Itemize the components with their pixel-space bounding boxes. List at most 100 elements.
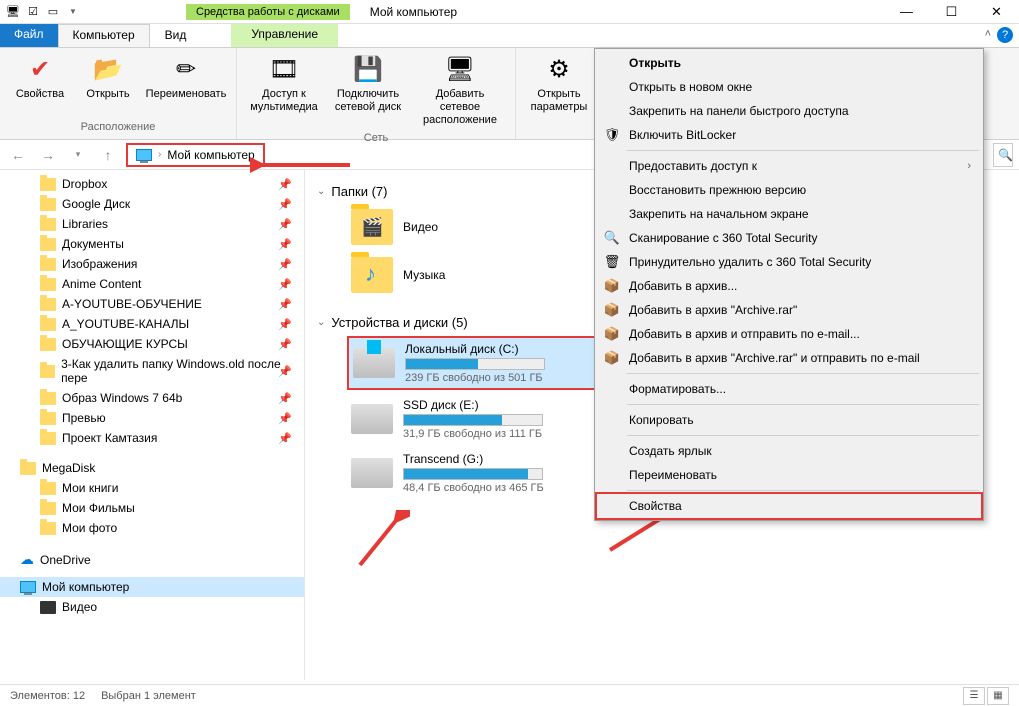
menu-item[interactable]: Копировать	[597, 408, 981, 432]
open-settings-button[interactable]: ⚙ Открыть параметры	[524, 52, 594, 135]
menu-item-label: Добавить в архив "Archive.rar"	[629, 303, 797, 317]
drive-icon	[353, 348, 395, 378]
sidebar-item-label: ОБУЧАЮЩИЕ КУРСЫ	[62, 337, 188, 351]
sidebar-item[interactable]: Изображения📌	[0, 254, 304, 274]
sidebar-item[interactable]: A_YOUTUBE-КАНАЛЫ📌	[0, 314, 304, 334]
navigation-pane[interactable]: Dropbox📌Google Диск📌Libraries📌Документы📌…	[0, 170, 305, 680]
chevron-down-icon: ⌄	[317, 186, 325, 197]
rename-icon: ✏	[170, 54, 202, 86]
menu-item-label: Сканирование с 360 Total Security	[629, 231, 818, 245]
add-network-location-button[interactable]: 🖥 Добавить сетевое расположение	[413, 52, 507, 130]
menu-item[interactable]: Восстановить прежнюю версию	[597, 178, 981, 202]
media-label: Доступ к мультимедиа	[247, 88, 321, 114]
sidebar-item[interactable]: Проект Камтазия📌	[0, 428, 304, 448]
drive-item[interactable]: Локальный диск (C:)239 ГБ свободно из 50…	[347, 336, 607, 390]
menu-item[interactable]: Закрепить на начальном экране	[597, 202, 981, 226]
breadcrumb[interactable]: › Мой компьютер	[126, 143, 265, 167]
drive-icon	[351, 458, 393, 488]
ribbon-tabs: Файл Компьютер Вид Управление ˄ ?	[0, 24, 1019, 48]
folder-icon	[40, 432, 56, 445]
sidebar-item[interactable]: Google Диск📌	[0, 194, 304, 214]
properties-button[interactable]: ✔ Свойства	[8, 52, 72, 119]
menu-item[interactable]: Форматировать...	[597, 377, 981, 401]
menu-item[interactable]: 🗑Принудительно удалить с 360 Total Secur…	[597, 250, 981, 274]
sidebar-item[interactable]: Мои Фильмы	[0, 498, 304, 518]
sidebar-item-label: Google Диск	[62, 197, 130, 211]
group-location-label: Расположение	[81, 119, 156, 135]
sidebar-onedrive[interactable]: ☁ OneDrive	[0, 548, 304, 571]
menu-item-label: Добавить в архив "Archive.rar" и отправи…	[629, 351, 920, 365]
recent-dropdown[interactable]: ▾	[66, 143, 90, 167]
capacity-bar	[403, 414, 543, 426]
menu-item[interactable]: 📦Добавить в архив и отправить по e-mail.…	[597, 322, 981, 346]
folder-icon	[40, 412, 56, 425]
menu-item[interactable]: Открыть в новом окне	[597, 75, 981, 99]
drive-item[interactable]: SSD диск (E:)31,9 ГБ свободно из 111 ГБ	[347, 394, 607, 444]
menu-item-label: Открыть в новом окне	[629, 80, 752, 94]
qat-dropdown-icon[interactable]: ▼	[64, 3, 82, 21]
drive-item[interactable]: Transcend (G:)48,4 ГБ свободно из 465 ГБ	[347, 448, 607, 498]
ribbon-group-network: 🎞 Доступ к мультимедиа 💾 Подключить сете…	[237, 48, 516, 139]
qat-new-folder-icon[interactable]: ▭	[44, 3, 62, 21]
pin-icon: 📌	[278, 178, 292, 191]
tab-computer[interactable]: Компьютер	[58, 24, 150, 47]
sidebar-item[interactable]: 3-Как удалить папку Windows.old после пе…	[0, 354, 304, 388]
view-toggles: ☰ ▦	[963, 687, 1009, 705]
help-icon[interactable]: ?	[997, 27, 1013, 43]
menu-item[interactable]: 📦Добавить в архив "Archive.rar"	[597, 298, 981, 322]
menu-item[interactable]: Предоставить доступ к›	[597, 154, 981, 178]
sidebar-item[interactable]: Документы📌	[0, 234, 304, 254]
qat-properties-icon[interactable]: ☑	[24, 3, 42, 21]
folder-item[interactable]: Видео	[347, 205, 587, 249]
tiles-view-button[interactable]: ▦	[987, 687, 1009, 705]
properties-label: Свойства	[16, 88, 64, 101]
menu-item[interactable]: Закрепить на панели быстрого доступа	[597, 99, 981, 123]
sidebar-this-pc[interactable]: Мой компьютер	[0, 577, 304, 597]
search-input[interactable]: 🔍	[993, 143, 1013, 167]
rename-button[interactable]: ✏ Переименовать	[144, 52, 228, 119]
sidebar-item[interactable]: A-YOUTUBE-ОБУЧЕНИЕ📌	[0, 294, 304, 314]
up-button[interactable]: ↑	[96, 143, 120, 167]
sidebar-item[interactable]: Мои фото	[0, 518, 304, 538]
map-drive-label: Подключить сетевой диск	[329, 88, 407, 114]
menu-item-label: Форматировать...	[629, 382, 726, 396]
sidebar-item[interactable]: ОБУЧАЮЩИЕ КУРСЫ📌	[0, 334, 304, 354]
map-drive-button[interactable]: 💾 Подключить сетевой диск	[327, 52, 409, 130]
open-button[interactable]: 📂 Открыть	[76, 52, 140, 119]
menu-item[interactable]: 🔍Сканирование с 360 Total Security	[597, 226, 981, 250]
tab-file[interactable]: Файл	[0, 24, 58, 47]
collapse-ribbon-icon[interactable]: ˄	[985, 28, 991, 40]
sidebar-item[interactable]: Anime Content📌	[0, 274, 304, 294]
menu-item[interactable]: Переименовать	[597, 463, 981, 487]
menu-item[interactable]: Свойства	[595, 492, 983, 520]
menu-item-label: Предоставить доступ к	[629, 159, 757, 173]
menu-item-label: Свойства	[629, 499, 682, 513]
folder-icon	[40, 258, 56, 271]
tab-manage[interactable]: Управление	[231, 24, 338, 47]
minimize-button[interactable]: —	[884, 0, 929, 24]
media-access-button[interactable]: 🎞 Доступ к мультимедиа	[245, 52, 323, 130]
monitor-icon: 🖥	[444, 54, 476, 86]
tab-view[interactable]: Вид	[150, 24, 202, 47]
close-button[interactable]: ✕	[974, 0, 1019, 24]
folder-item[interactable]: Музыка	[347, 253, 587, 297]
menu-item[interactable]: Создать ярлык	[597, 439, 981, 463]
sidebar-item[interactable]: Превью📌	[0, 408, 304, 428]
menu-item[interactable]: 📦Добавить в архив...	[597, 274, 981, 298]
forward-button[interactable]: →	[36, 143, 60, 167]
back-button[interactable]: ←	[6, 143, 30, 167]
menu-separator	[627, 435, 979, 436]
menu-item[interactable]: 📦Добавить в архив "Archive.rar" и отправ…	[597, 346, 981, 370]
menu-item[interactable]: 🛡Включить BitLocker	[597, 123, 981, 147]
sidebar-video[interactable]: Видео	[0, 597, 304, 617]
details-view-button[interactable]: ☰	[963, 687, 985, 705]
maximize-button[interactable]: ☐	[929, 0, 974, 24]
sidebar-megadisk[interactable]: MegaDisk	[0, 458, 304, 478]
sidebar-item[interactable]: Образ Windows 7 64b📌	[0, 388, 304, 408]
menu-item[interactable]: Открыть	[597, 51, 981, 75]
sidebar-item[interactable]: Мои книги	[0, 478, 304, 498]
sidebar-item[interactable]: Libraries📌	[0, 214, 304, 234]
sidebar-item[interactable]: Dropbox📌	[0, 174, 304, 194]
folder-name: Музыка	[403, 268, 445, 282]
quick-access-toolbar: 🖥 ☑ ▭ ▼	[0, 3, 86, 21]
